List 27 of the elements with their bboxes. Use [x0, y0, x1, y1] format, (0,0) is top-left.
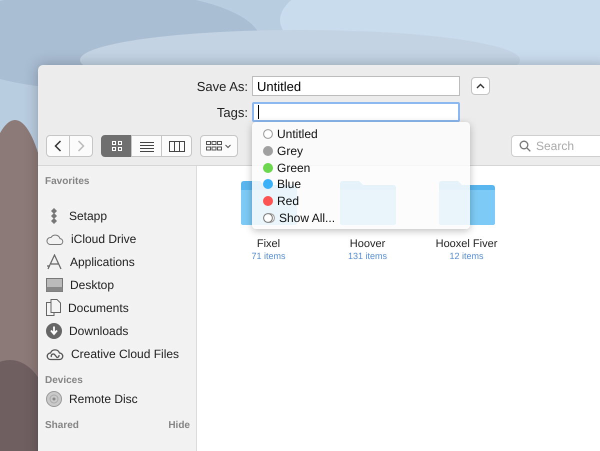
tag-menu-item[interactable]: Blue [252, 176, 470, 193]
sidebar-item[interactable]: Desktop [45, 273, 190, 296]
sidebar-item[interactable]: Documents [45, 296, 190, 319]
tag-menu-item[interactable]: Green [252, 159, 470, 176]
sidebar-item[interactable]: Downloads [45, 319, 190, 342]
sidebar-item[interactable]: Applications [45, 250, 190, 273]
sidebar-heading: Favorites [45, 176, 90, 186]
sidebar-heading: Shared [45, 420, 79, 430]
folder-name: Fixel [256, 238, 280, 250]
folder-name: Hooxel Fiver [436, 238, 498, 250]
sidebar-heading: Devices [45, 374, 83, 386]
sidebar-item[interactable]: Creative Cloud Files [45, 342, 190, 365]
item-count: 71 items [251, 251, 286, 261]
item-count: 12 items [449, 251, 484, 261]
tags-label: Tags: [216, 104, 248, 120]
search-field[interactable]: Search [511, 135, 600, 157]
tag-menu-item[interactable]: Grey [252, 142, 470, 160]
tag-menu-item[interactable]: Untitled [252, 126, 470, 143]
tag-menu-item[interactable]: Red [252, 192, 470, 210]
item-count: 131 items [348, 251, 388, 261]
folder-name: Hoover [350, 238, 386, 250]
sidebar-item[interactable]: iCloud Drive [45, 227, 190, 250]
save-as-field[interactable]: Untitled [252, 76, 460, 96]
sidebar-item[interactable]: Remote Disc [45, 387, 190, 410]
sidebar-item[interactable]: Setapp [45, 204, 190, 227]
save-as-label: Save As: [196, 78, 248, 94]
tag-menu-item[interactable]: Show All... [252, 209, 470, 226]
